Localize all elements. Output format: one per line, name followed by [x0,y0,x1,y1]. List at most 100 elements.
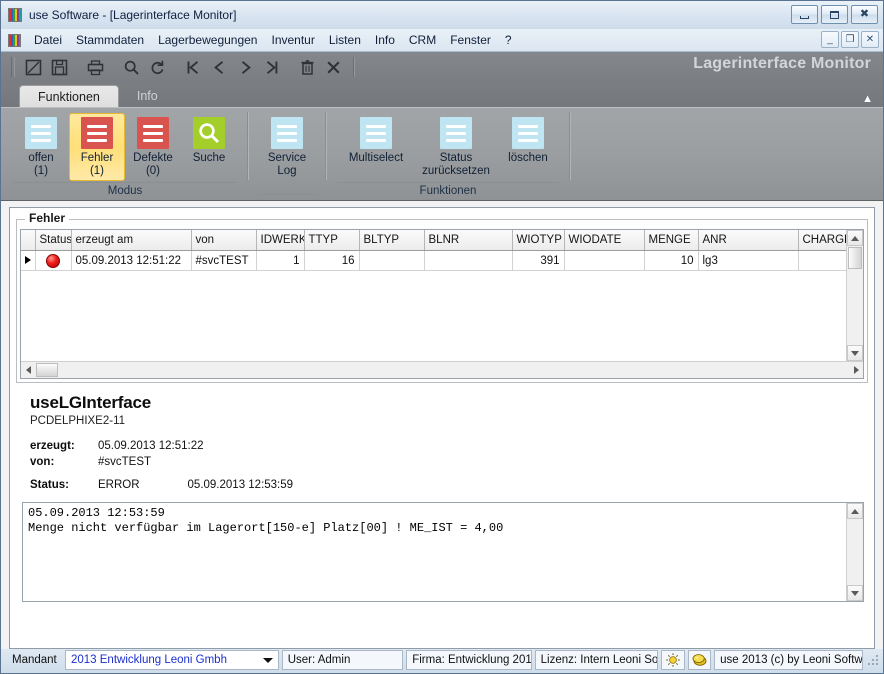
tab-info[interactable]: Info [119,85,176,107]
cell-von[interactable]: #svcTEST [191,251,256,271]
resize-grip-icon[interactable] [866,653,880,667]
column-header-idwerk[interactable]: IDWERK [256,230,304,251]
column-header-blnr[interactable]: BLNR [424,230,512,251]
print-button[interactable] [84,56,106,78]
grid-vertical-scrollbar[interactable] [846,230,863,361]
ribbon-button-loeschen[interactable]: löschen [497,113,559,168]
log-vertical-scrollbar[interactable] [846,503,863,601]
menu-item-datei[interactable]: Datei [27,31,69,49]
ribbon-button-suche[interactable]: Suche [181,113,237,168]
status-timestamp: 05.09.2013 12:53:59 [188,477,294,493]
cell-anr[interactable]: lg3 [698,251,798,271]
ribbon-button-label: Multiselect [349,152,403,165]
ribbon-group-label-funktionen: Funktionen [337,182,559,200]
menu-item-help[interactable]: ? [498,31,519,49]
refresh-button[interactable] [146,56,168,78]
scroll-thumb[interactable] [36,363,58,377]
ribbon-button-status-zuruecksetzen[interactable]: Status zurücksetzen [415,113,497,181]
menu-item-stammdaten[interactable]: Stammdaten [69,31,151,49]
mandant-select[interactable]: 2013 Entwicklung Leoni Gmbh [65,650,279,670]
lizenz-panel: Lizenz: Intern Leoni Soft [535,650,658,670]
fehler-groupbox: Fehler [16,219,868,383]
coin-indicator[interactable] [688,650,712,670]
column-header-bltyp[interactable]: BLTYP [359,230,424,251]
cell-charge[interactable] [798,251,846,271]
last-record-button[interactable] [260,56,282,78]
close-button[interactable]: ✖ [851,5,878,24]
toolbar-separator [353,57,355,77]
chevron-up-icon[interactable]: ▲ [862,94,873,105]
column-header-anr[interactable]: ANR [698,230,798,251]
menu-item-info[interactable]: Info [368,31,402,49]
scroll-thumb[interactable] [848,247,862,269]
mdi-minimize-button[interactable]: _ [821,31,839,48]
scroll-up-button[interactable] [847,230,863,246]
nav-first-icon [185,59,202,76]
list-icon [271,117,303,149]
detail-value: #svcTEST [98,454,151,470]
column-header-erzeugt-am[interactable]: erzeugt am [71,230,191,251]
scroll-left-button[interactable] [21,363,35,377]
mdi-close-button[interactable]: ✕ [861,31,879,48]
cell-wiodate[interactable] [564,251,644,271]
trash-icon [299,59,316,76]
menu-bar: Datei Stammdaten Lagerbewegungen Inventu… [1,29,883,52]
cell-idwerk[interactable]: 1 [256,251,304,271]
title-bar: use Software - [Lagerinterface Monitor] … [1,1,883,29]
log-textarea[interactable]: 05.09.2013 12:53:59 Menge nicht verfügba… [22,502,864,602]
next-record-button[interactable] [234,56,256,78]
mdi-restore-button[interactable]: ❐ [841,31,859,48]
save-button[interactable] [48,56,70,78]
grid-horizontal-scrollbar[interactable] [21,361,863,378]
nav-last-icon [263,59,280,76]
table-row[interactable]: 05.09.2013 12:51:22 #svcTEST 1 16 391 [21,251,846,271]
column-header-wiotyp[interactable]: WIOTYP [512,230,564,251]
menu-item-lagerbewegungen[interactable]: Lagerbewegungen [151,31,264,49]
cancel-button[interactable] [322,56,344,78]
scroll-down-button[interactable] [847,345,863,361]
menu-item-crm[interactable]: CRM [402,31,443,49]
ribbon-button-offen[interactable]: offen (1) [13,113,69,181]
chevron-down-icon[interactable] [263,658,273,663]
column-header-ttyp[interactable]: TTYP [304,230,359,251]
cell-bltyp[interactable] [359,251,424,271]
edit-button[interactable] [22,56,44,78]
search-button[interactable] [120,56,142,78]
cell-blnr[interactable] [424,251,512,271]
cell-wiotyp[interactable]: 391 [512,251,564,271]
scroll-up-button[interactable] [847,503,863,519]
minimize-button[interactable] [791,5,818,24]
nav-previous-icon [211,59,228,76]
ribbon-button-multiselect[interactable]: Multiselect [337,113,415,168]
column-header-menge[interactable]: MENGE [644,230,698,251]
maximize-button[interactable] [821,5,848,24]
cell-erzeugt-am[interactable]: 05.09.2013 12:51:22 [71,251,191,271]
column-header-status[interactable]: Status [35,230,71,251]
triangle-down-icon [851,351,859,356]
previous-record-button[interactable] [208,56,230,78]
ribbon-body: offen (1) Fehler (1) Defekte (0) [1,107,883,200]
scroll-down-button[interactable] [847,585,863,601]
ribbon-button-fehler[interactable]: Fehler (1) [69,113,125,181]
status-badge: ERROR [98,477,140,493]
maximize-icon [830,11,839,19]
column-header-wiodate[interactable]: WIODATE [564,230,644,251]
delete-button[interactable] [296,56,318,78]
ribbon-button-service-log[interactable]: Service Log [259,113,315,181]
menu-item-fenster[interactable]: Fenster [443,31,498,49]
cell-status[interactable] [35,251,71,271]
sun-indicator[interactable] [661,650,685,670]
menu-item-listen[interactable]: Listen [322,31,368,49]
fehler-data-grid[interactable]: Status erzeugt am von IDWERK TTYP BLTYP … [20,229,864,379]
scroll-right-button[interactable] [849,363,863,377]
list-icon [360,117,392,149]
ribbon-button-defekte[interactable]: Defekte (0) [125,113,181,181]
cell-menge[interactable]: 10 [644,251,698,271]
first-record-button[interactable] [182,56,204,78]
tab-funktionen[interactable]: Funktionen [19,85,119,107]
mandant-label: Mandant [7,650,62,670]
menu-item-inventur[interactable]: Inventur [264,31,321,49]
cell-ttyp[interactable]: 16 [304,251,359,271]
column-header-von[interactable]: von [191,230,256,251]
column-header-charge[interactable]: CHARGE [798,230,846,251]
